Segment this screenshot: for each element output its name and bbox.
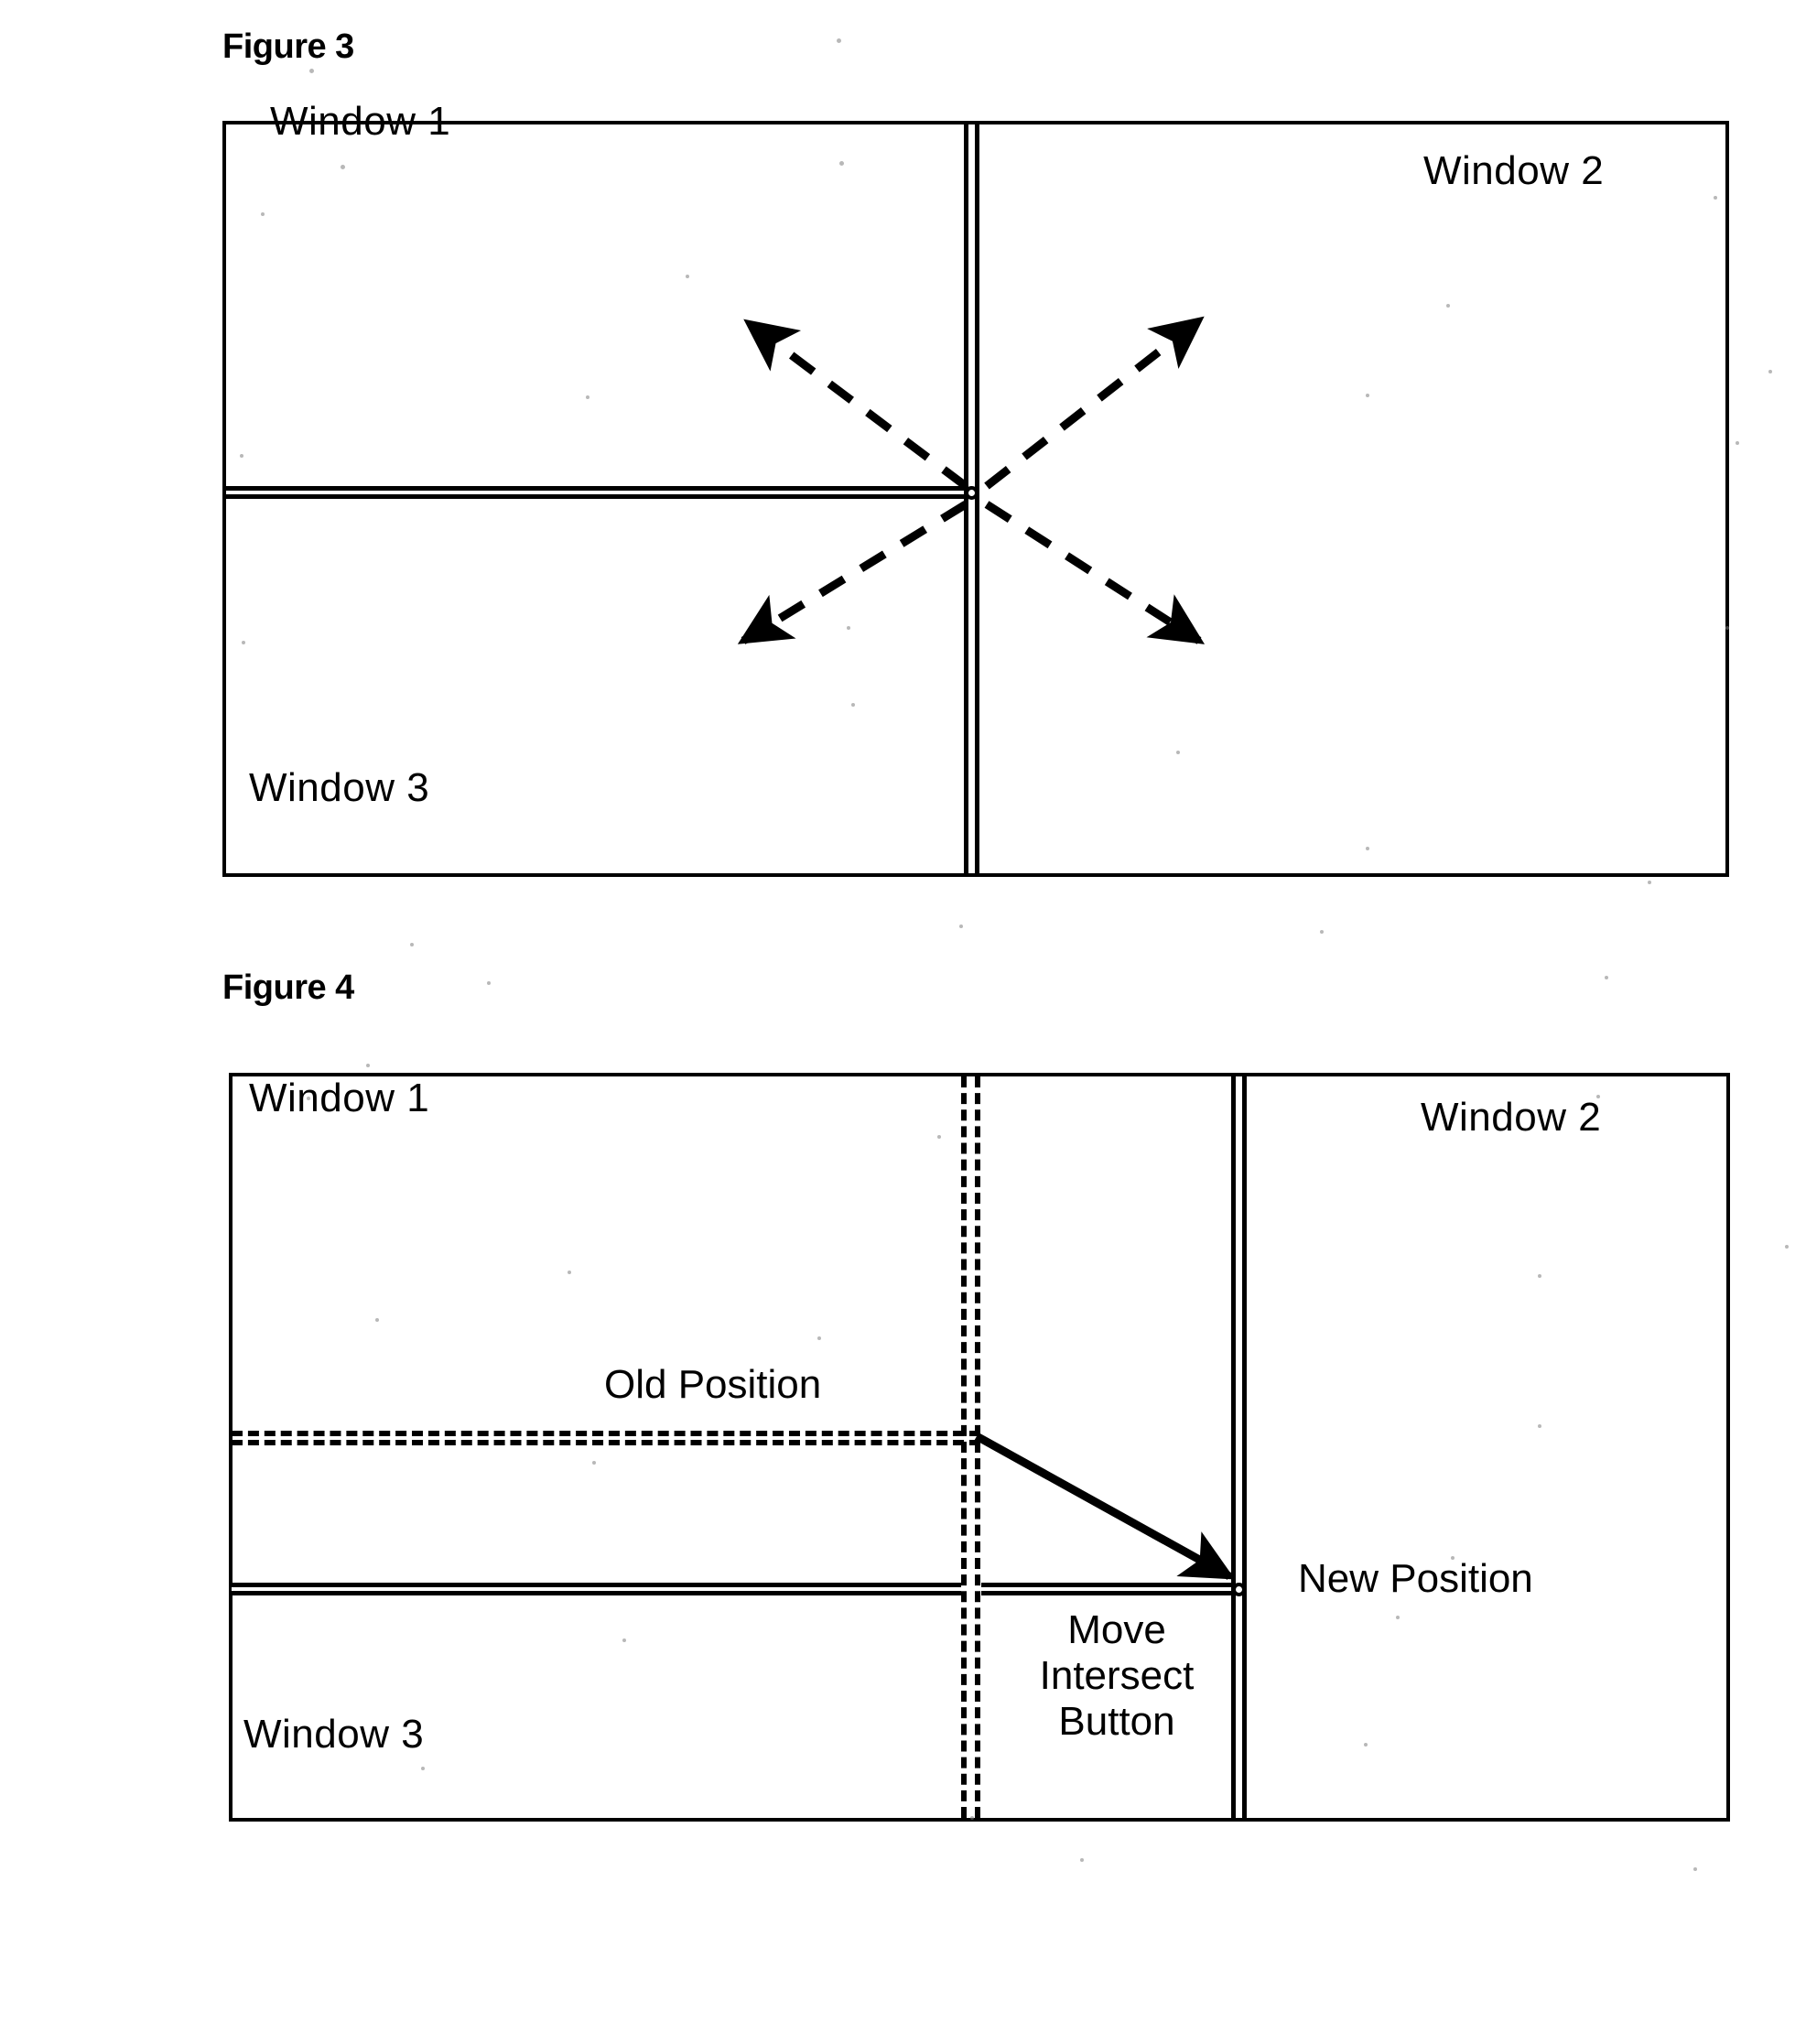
figure-4-new-horizontal-divider-left[interactable]: [232, 1583, 961, 1595]
move-intersect-button-line-2: Intersect: [1039, 1653, 1195, 1698]
figure-4-intersect-handle[interactable]: [1232, 1583, 1246, 1596]
figure-4-old-horizontal-divider: [232, 1431, 980, 1445]
figure-3-window-1-label: Window 1: [270, 99, 451, 144]
figure-4-window-1-label: Window 1: [249, 1076, 430, 1120]
figure-4-new-horizontal-divider-right[interactable]: [981, 1583, 1240, 1595]
figure-4-old-vertical-divider: [961, 1076, 980, 1818]
figure-3-intersect-handle[interactable]: [965, 486, 979, 500]
move-intersect-button-label: Move Intersect Button: [1000, 1607, 1234, 1745]
move-intersect-button-line-3: Button: [1058, 1699, 1175, 1744]
old-position-label: Old Position: [604, 1362, 822, 1407]
figure-3-horizontal-divider[interactable]: [226, 486, 969, 499]
new-position-label: New Position: [1298, 1556, 1533, 1601]
figure-3-caption: Figure 3: [222, 27, 354, 66]
figure-4-window-3-label: Window 3: [243, 1712, 425, 1757]
figure-3-window-3-label: Window 3: [249, 765, 430, 810]
move-intersect-button-line-1: Move: [1067, 1607, 1166, 1652]
figure-3-window-2-label: Window 2: [1423, 148, 1605, 193]
patent-figure-page: Figure 3 Window 1 Window 2 Window 3 Figu…: [0, 0, 1806, 2044]
figure-4-caption: Figure 4: [222, 968, 354, 1007]
figure-4-window-2-label: Window 2: [1421, 1095, 1602, 1140]
